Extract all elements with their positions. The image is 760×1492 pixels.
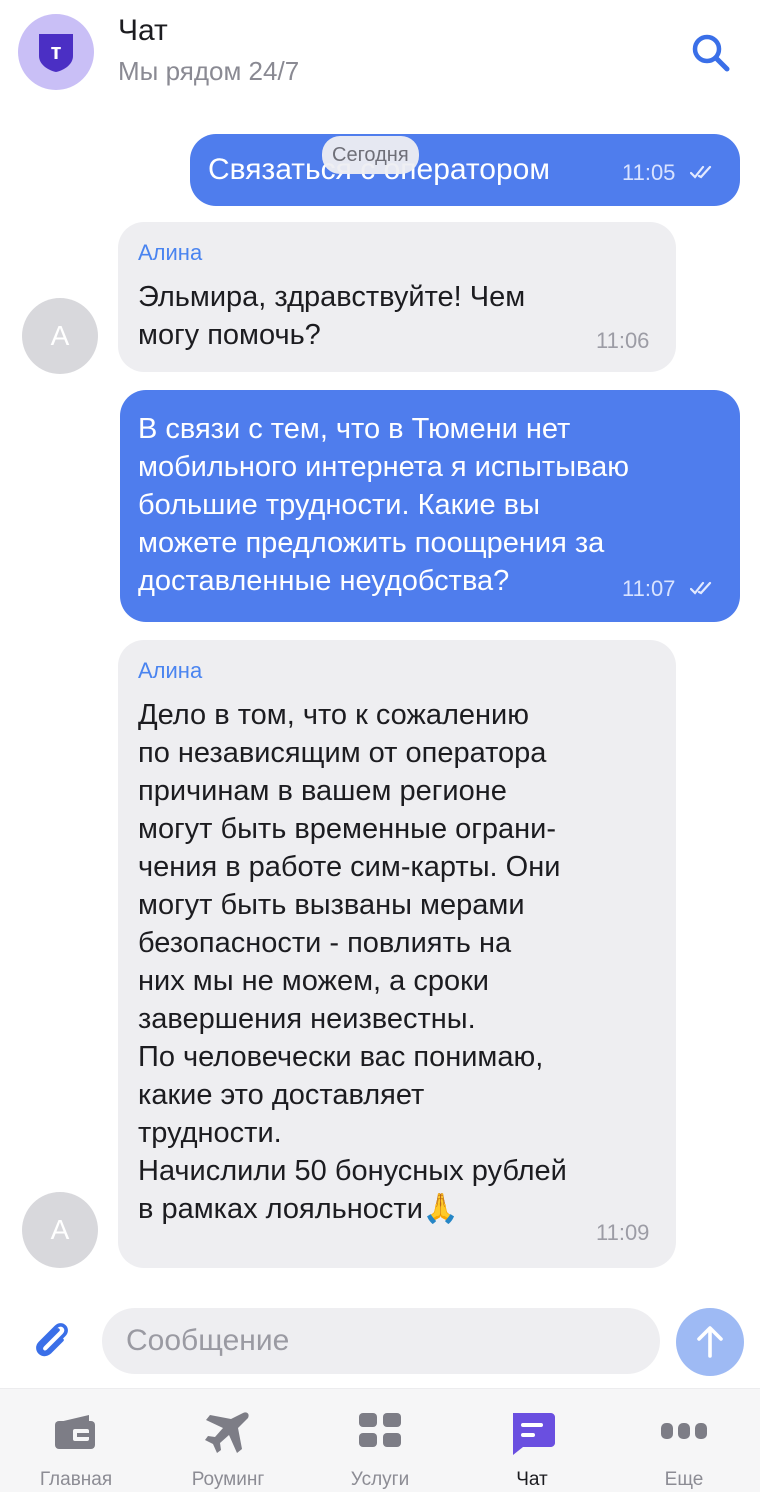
arrow-up-icon [697, 1326, 723, 1358]
tab-label: Роуминг [191, 1469, 265, 1490]
operator-logo: т [18, 14, 94, 90]
tab-label: Еще [664, 1469, 704, 1490]
services-grid-icon [359, 1413, 401, 1447]
message-list[interactable]: Связаться с оператором 11:05 Сегодня А А… [0, 110, 760, 1300]
date-separator: Сегодня [322, 136, 419, 174]
shield-logo-icon: т [39, 34, 73, 72]
message-time: 11:05 [622, 160, 676, 185]
message-author: Алина [138, 658, 203, 683]
page-title: Чат [118, 14, 168, 47]
incoming-message[interactable]: Алина Дело в том, что к сожалению по нез… [118, 640, 676, 1268]
tab-more[interactable]: Еще [614, 1389, 754, 1492]
message-text: Дело в том, что к сожалению по независящ… [138, 699, 567, 1225]
double-check-icon [690, 581, 712, 595]
chat-icon [513, 1413, 555, 1455]
tab-services[interactable]: Услуги [310, 1389, 450, 1492]
avatar-letter: А [50, 320, 70, 351]
bottom-navigation: Главная Роуминг Услуги Чат Еще [0, 1388, 760, 1492]
chat-header: т Чат Мы рядом 24/7 [0, 0, 760, 110]
message-text: В связи с тем, что в Тюмени нет мобильно… [138, 413, 630, 597]
page-subtitle: Мы рядом 24/7 [118, 56, 300, 86]
tab-roaming[interactable]: Роуминг [158, 1389, 298, 1492]
message-composer [0, 1300, 760, 1388]
incoming-message[interactable]: Алина Эльмира, здравствуйте! Чем могу по… [118, 222, 676, 372]
attach-button[interactable] [28, 1316, 76, 1364]
message-input[interactable] [102, 1308, 660, 1374]
avatar-letter: А [50, 1214, 70, 1245]
search-icon [692, 34, 730, 72]
paperclip-icon [36, 1323, 68, 1357]
avatar: А [22, 298, 98, 374]
outgoing-message[interactable]: Связаться с оператором 11:05 [190, 134, 740, 206]
tab-chat[interactable]: Чат [462, 1389, 602, 1492]
tab-label: Главная [39, 1469, 113, 1490]
message-author: Алина [138, 240, 203, 265]
tab-label: Чат [516, 1469, 548, 1490]
message-time: 11:07 [622, 576, 676, 601]
logo-letter: т [51, 39, 62, 64]
message-time: 11:09 [596, 1220, 650, 1245]
more-dots-icon [661, 1423, 707, 1439]
send-button[interactable] [676, 1308, 744, 1376]
home-card-icon [55, 1415, 95, 1449]
avatar: А [22, 1192, 98, 1268]
message-text: Эльмира, здравствуйте! Чем могу помочь? [138, 281, 526, 351]
tab-home[interactable]: Главная [6, 1389, 146, 1492]
search-button[interactable] [688, 30, 732, 74]
outgoing-message[interactable]: В связи с тем, что в Тюмени нет мобильно… [120, 390, 740, 622]
double-check-icon [690, 165, 712, 179]
airplane-icon [205, 1412, 249, 1453]
message-time: 11:06 [596, 328, 650, 353]
tab-label: Услуги [350, 1469, 410, 1490]
